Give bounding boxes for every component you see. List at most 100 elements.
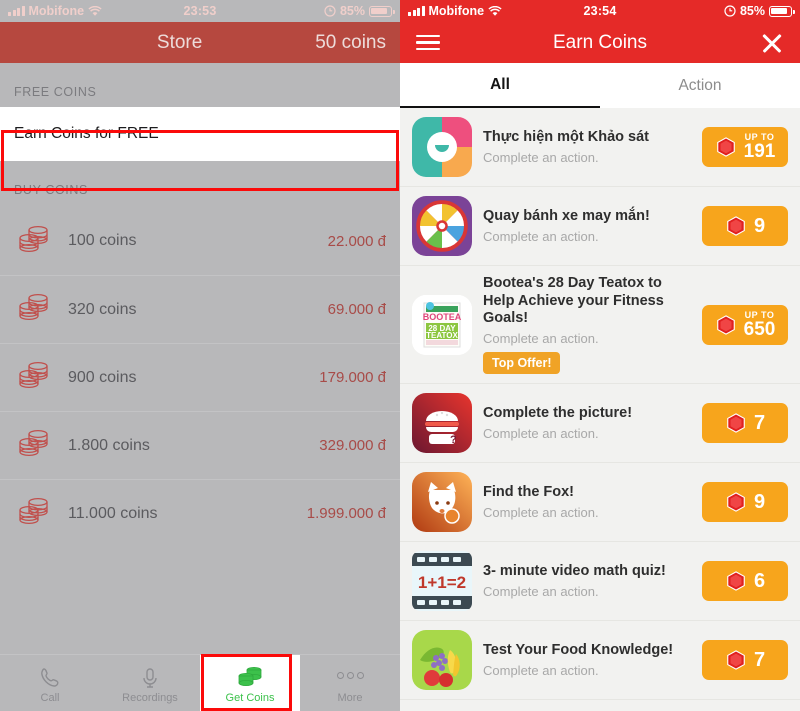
offer-subtitle: Complete an action. <box>483 149 599 165</box>
battery-icon <box>769 5 795 17</box>
reward-amount: 6 <box>753 569 766 592</box>
offer-text: Test Your Food Knowledge! Complete an ac… <box>483 642 691 678</box>
list-item[interactable]: Quay bánh xe may mắn! Complete an action… <box>400 187 800 266</box>
coins-icon <box>14 290 56 329</box>
gem-icon <box>716 314 735 335</box>
list-item[interactable]: ? Complete the picture! Complete an acti… <box>400 384 800 464</box>
offer-text: Complete the picture! Complete an action… <box>483 405 691 441</box>
offer-text: Find the Fox! Complete an action. <box>483 484 691 520</box>
buy-coins-price: 22.000 đ <box>327 232 386 250</box>
bottom-tab-bar: Call Recordings Get Coins More <box>0 654 400 711</box>
list-item[interactable]: Test Your Food Knowledge! Complete an ac… <box>400 621 800 701</box>
annotation-box-get-coins-tab <box>201 654 292 711</box>
reward-badge[interactable]: 7 <box>702 403 788 444</box>
survey-icon <box>412 117 472 177</box>
tab-call[interactable]: Call <box>0 655 100 711</box>
buy-coins-row[interactable]: 900 coins 179.000 đ <box>0 343 400 411</box>
orientation-lock-icon <box>324 5 336 17</box>
tab-label: Action <box>678 76 722 94</box>
top-offer-badge: Top Offer! <box>483 352 561 375</box>
reward-amount: 9 <box>753 490 766 513</box>
page-title: Store <box>156 31 203 53</box>
signal-strength-icon <box>8 6 25 16</box>
reward-amount: 7 <box>753 648 766 671</box>
tab-label: Recordings <box>122 691 178 704</box>
status-bar: Mobifone 23:54 85% <box>400 0 800 22</box>
list-item[interactable]: 1+1=2 3- minute video math quiz! Complet… <box>400 542 800 622</box>
reward-badge[interactable]: UP TO 191 <box>702 127 788 167</box>
coins-icon <box>14 494 56 533</box>
buy-coins-list: 100 coins 22.000 đ 320 coins 69.000 đ 90… <box>0 207 400 547</box>
list-item[interactable]: Thực hiện một Khảo sát Complete an actio… <box>400 108 800 187</box>
offer-subtitle: Complete an action. <box>483 331 599 347</box>
right-phone-screen: Mobifone 23:54 85% Earn Coins All Action… <box>400 0 800 711</box>
carrier-label: Mobifone <box>28 4 85 18</box>
clock: 23:53 <box>183 4 217 18</box>
battery-percent: 85% <box>739 4 766 18</box>
wifi-icon <box>488 5 502 16</box>
gem-icon <box>727 216 745 236</box>
tab-label: All <box>490 75 510 93</box>
hamburger-menu-icon[interactable] <box>416 34 440 51</box>
microphone-icon <box>139 663 161 689</box>
offer-subtitle: Complete an action. <box>483 583 599 599</box>
coin-balance: 50 coins <box>315 31 386 53</box>
burger-icon: ? <box>412 393 472 454</box>
svg-text:BOOTEA: BOOTEA <box>423 312 462 322</box>
buy-coins-price: 69.000 đ <box>327 301 386 318</box>
svg-text:TEATOX: TEATOX <box>426 331 458 340</box>
offer-title: Quay bánh xe may mắn! <box>483 208 650 225</box>
list-item[interactable]: Find the Fox! Complete an action. 9 <box>400 463 800 543</box>
bootea-box-icon: BOOTEA 28 DAY TEATOX <box>412 294 472 355</box>
reward-badge[interactable]: 7 <box>702 640 788 681</box>
offer-text: Thực hiện một Khảo sát Complete an actio… <box>483 129 691 165</box>
wifi-icon <box>88 5 102 16</box>
gem-icon <box>727 413 745 433</box>
offer-list[interactable]: Thực hiện một Khảo sát Complete an actio… <box>400 108 800 711</box>
orientation-lock-icon <box>724 5 736 17</box>
buy-coins-row[interactable]: 320 coins 69.000 đ <box>0 275 400 343</box>
reward-badge[interactable]: UP TO 650 <box>702 304 788 345</box>
buy-coins-price: 179.000 đ <box>319 369 386 386</box>
buy-coins-row[interactable]: 1.800 coins 329.000 đ <box>0 411 400 479</box>
tab-action[interactable]: Action <box>600 63 800 108</box>
reward-badge[interactable]: 9 <box>702 206 788 246</box>
tab-all[interactable]: All <box>400 63 600 108</box>
buy-coins-amount: 900 coins <box>68 368 137 386</box>
buy-coins-amount: 100 coins <box>68 232 137 249</box>
free-coins-section-label: FREE COINS <box>14 85 97 99</box>
offer-subtitle: Complete an action. <box>483 662 599 678</box>
coins-icon <box>14 426 56 465</box>
reward-badge[interactable]: 9 <box>702 482 788 523</box>
offer-title: Find the Fox! <box>483 484 575 501</box>
gem-icon <box>716 137 735 157</box>
reward-amount: 191 <box>743 141 776 162</box>
film-math-icon: 1+1=2 <box>412 551 472 612</box>
offer-subtitle: Complete an action. <box>483 425 599 441</box>
offer-subtitle: Complete an action. <box>483 228 599 244</box>
prize-wheel-icon <box>412 196 472 256</box>
reward-amount: 650 <box>743 318 776 340</box>
store-header: Store 50 coins <box>0 22 400 63</box>
reward-badge[interactable]: 6 <box>702 561 788 602</box>
buy-coins-row[interactable]: 11.000 coins 1.999.000 đ <box>0 479 400 547</box>
page-title: Earn Coins <box>553 31 647 53</box>
status-bar: Mobifone 23:53 85% <box>0 0 400 22</box>
svg-text:1+1=2: 1+1=2 <box>418 573 466 592</box>
clock: 23:54 <box>583 4 617 18</box>
phone-icon <box>39 663 61 689</box>
offer-text: 3- minute video math quiz! Complete an a… <box>483 563 691 599</box>
offer-subtitle: Complete an action. <box>483 504 599 520</box>
earn-coins-header: Earn Coins <box>400 22 800 63</box>
offer-title: Complete the picture! <box>483 405 633 422</box>
svg-text:?: ? <box>450 434 457 446</box>
fruit-basket-icon <box>412 630 472 691</box>
buy-coins-price: 1.999.000 đ <box>306 505 386 522</box>
list-item[interactable]: BOOTEA 28 DAY TEATOX Bootea's 28 Day Tea… <box>400 266 800 385</box>
buy-coins-amount: 1.800 coins <box>68 436 150 454</box>
tab-more[interactable]: More <box>300 655 400 711</box>
close-icon[interactable] <box>760 31 784 55</box>
tab-recordings[interactable]: Recordings <box>100 655 200 711</box>
buy-coins-row[interactable]: 100 coins 22.000 đ <box>0 207 400 275</box>
annotation-box-earn-coins <box>1 130 399 191</box>
